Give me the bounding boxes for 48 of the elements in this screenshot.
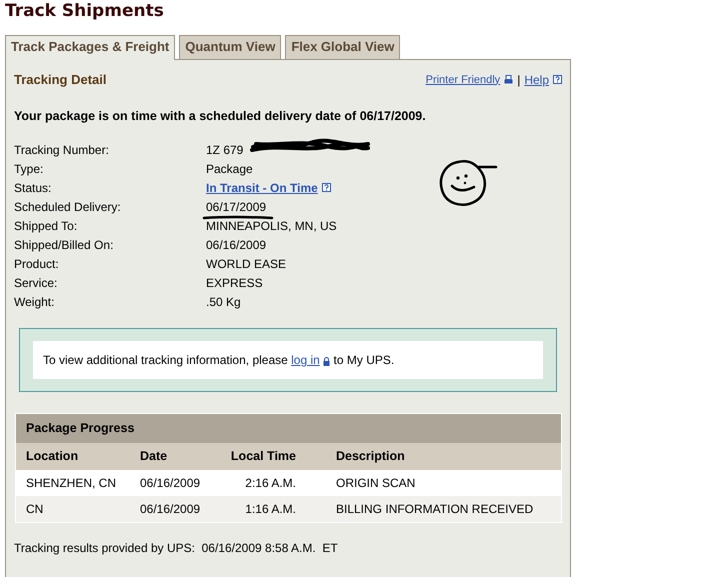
link-separator: | <box>517 72 520 89</box>
table-title: Package Progress <box>16 414 561 443</box>
field-label: Product: <box>14 256 60 273</box>
page-title: Track Shipments <box>5 0 165 21</box>
column-header: Date <box>140 448 168 465</box>
table-cell-text: ORIGIN SCAN <box>335 474 416 492</box>
field-value: MINNEAPOLIS, MN, US <box>206 218 337 233</box>
field-label: Scheduled Delivery: <box>14 198 122 216</box>
link[interactable]: Printer Friendly <box>426 72 500 88</box>
tab[interactable]: Quantum View <box>179 35 282 59</box>
field-value: EXPRESS <box>206 276 263 290</box>
column-header: Description <box>335 448 406 465</box>
field-label: Tracking Number: <box>14 142 110 159</box>
field-value: WORLD EASE <box>206 256 286 271</box>
field-value: 06/17/2009 <box>206 200 266 214</box>
smiley-doodle <box>438 158 500 208</box>
table-cell-text: 06/16/2009 <box>140 500 202 518</box>
notice-text: To view additional tracking information, please log in to My UPS. <box>43 353 394 368</box>
table-cell-text: 06/16/2009 <box>140 474 202 492</box>
link[interactable]: Help <box>524 70 549 89</box>
footer-text: Tracking results provided by UPS: 06/16/2009 8:58 A.M. ET <box>14 540 339 557</box>
column-header: Local Time <box>230 448 297 465</box>
printer-icon <box>504 75 514 84</box>
table-cell-text: BILLING INFORMATION RECEIVED <box>335 500 534 518</box>
field-label: Service: <box>14 274 58 292</box>
table-cell-text: 1:16 A.M. <box>244 500 297 518</box>
field-value: .50 Kg <box>206 294 241 309</box>
help-icon <box>553 75 562 84</box>
lock-icon <box>323 356 330 366</box>
field-label: Shipped/Billed On: <box>14 236 114 254</box>
table-cell-text: CN <box>26 500 44 518</box>
field-label: Type: <box>14 160 44 178</box>
table-cell-text: 2:16 A.M. <box>244 474 297 492</box>
column-header: Location <box>26 448 80 465</box>
field-label: Shipped To: <box>14 218 78 235</box>
field-label: Weight: <box>14 294 56 311</box>
status-link[interactable]: In Transit - On Time <box>206 178 318 197</box>
login-link[interactable]: log in <box>291 353 320 368</box>
tab[interactable]: Flex Global View <box>285 35 400 59</box>
section-title: Tracking Detail <box>14 71 106 89</box>
help-icon <box>322 183 331 192</box>
field-value: 06/16/2009 <box>206 238 266 252</box>
summary-text: Your package is on time with a scheduled delivery date of 06/17/2009. <box>14 108 427 125</box>
field-label: Status: <box>14 180 52 197</box>
tab[interactable]: Track Packages & Freight <box>5 35 176 60</box>
table-cell-text: SHENZHEN, CN <box>26 474 118 492</box>
field-value: Package <box>206 162 253 176</box>
field-value: 1Z 679 <box>206 142 244 157</box>
